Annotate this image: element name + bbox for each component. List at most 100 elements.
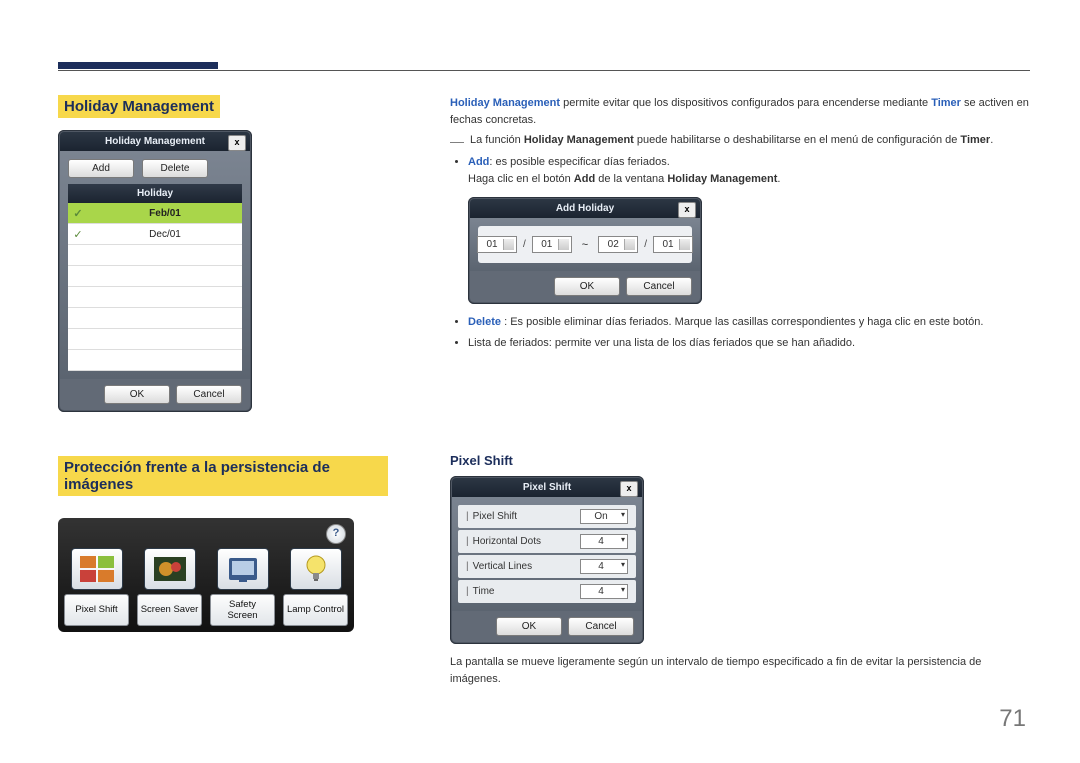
close-icon[interactable]: x [228,135,246,151]
checkbox-icon[interactable]: ✓ [68,228,88,241]
add-sub-mid: de la ventana [595,173,667,185]
label-text: Time [473,586,495,597]
add-holiday-dialog: Add Holiday x 01 / 01 ~ 02 / 01 OK Cance… [468,197,702,304]
slash: / [644,239,647,250]
time-dropdown[interactable]: 4 [580,584,628,599]
setting-label: |Time [466,586,494,597]
dialog-title: Holiday Management x [60,132,250,151]
tile-label: Pixel Shift [64,594,129,626]
delete-button[interactable]: Delete [142,159,208,178]
label-text: Vertical Lines [473,561,532,572]
table-header: Holiday [68,184,242,203]
table-row [68,287,242,308]
bullet-delete: Delete : Es posible eliminar días feriad… [468,314,1030,331]
page-number: 71 [999,705,1026,733]
intro-text: permite evitar que los dispositivos conf… [560,97,931,109]
from-month-spinner[interactable]: 01 [477,236,517,253]
add-button[interactable]: Add [68,159,134,178]
bullet-list: Lista de feriados: permite ver una lista… [468,335,1030,352]
note-end: . [990,134,993,146]
delete-desc: : Es posible eliminar días feriados. Mar… [501,316,983,328]
protection-toolbar: ? Pixel Shift Screen Saver [58,518,354,632]
note-timer-term: Timer [960,134,990,146]
table-row [68,245,242,266]
horizontal-dropdown[interactable]: 4 [580,534,628,549]
term-delete: Delete [468,316,501,328]
dialog-title-text: Pixel Shift [523,482,571,493]
to-day-spinner[interactable]: 01 [653,236,693,253]
slash: / [523,239,526,250]
note-mid: puede habilitarse o deshabilitarse en el… [634,134,961,146]
bullet-add: Add: es posible especificar días feriado… [468,154,1030,187]
setting-label: |Vertical Lines [466,561,532,572]
holiday-date: Feb/01 [88,208,242,219]
dialog-title-text: Add Holiday [556,203,614,214]
note-line: ― La función Holiday Management puede ha… [450,134,1030,148]
term-add: Add [468,156,489,168]
dialog-title: Add Holiday x [470,199,700,218]
heading-holiday-management: Holiday Management [58,95,220,118]
lamp-control-icon [290,548,342,590]
add-desc: : es posible especificar días feriados. [489,156,669,168]
heading-pixel-shift: Pixel Shift [450,453,1030,468]
horizontal-rule [58,70,1030,71]
table-row [68,308,242,329]
ok-button[interactable]: OK [104,385,170,404]
from-day-spinner[interactable]: 01 [532,236,572,253]
safety-screen-icon [217,548,269,590]
vertical-dropdown[interactable]: 4 [580,559,628,574]
ok-button[interactable]: OK [554,277,620,296]
setting-label: |Pixel Shift [466,511,517,522]
add-sub-btn: Add [574,173,595,185]
ok-button[interactable]: OK [496,617,562,636]
add-sub-end: . [777,173,780,185]
pixel-shift-icon [71,548,123,590]
screen-saver-tile[interactable]: Screen Saver [137,548,202,626]
pixel-shift-dropdown[interactable]: On [580,509,628,524]
note-dash-icon: ― [450,134,464,148]
cancel-button[interactable]: Cancel [568,617,634,636]
setting-row-pixel-shift: |Pixel Shift On [458,505,636,528]
setting-row-time: |Time 4 [458,580,636,603]
term-timer: Timer [931,97,961,109]
note-pre: La función [470,134,524,146]
to-month-spinner[interactable]: 02 [598,236,638,253]
heading-protection: Protección frente a la persistencia de i… [58,456,388,496]
note-text: La función Holiday Management puede habi… [470,134,993,146]
table-row[interactable]: ✓ Dec/01 [68,224,242,245]
pixel-shift-tile[interactable]: Pixel Shift [64,548,129,626]
table-row [68,329,242,350]
close-icon[interactable]: x [678,202,696,218]
setting-row-horizontal: |Horizontal Dots 4 [458,530,636,553]
label-text: Horizontal Dots [473,536,541,547]
checkbox-icon[interactable]: ✓ [68,207,88,220]
pixel-shift-dialog: Pixel Shift x |Pixel Shift On |Horizonta… [450,476,644,644]
tile-label: Lamp Control [283,594,348,626]
close-icon[interactable]: x [620,481,638,497]
pixel-desc: La pantalla se mueve ligeramente según u… [450,654,1030,687]
intro-paragraph: Holiday Management permite evitar que lo… [450,95,1030,128]
help-icon[interactable]: ? [326,524,346,544]
lamp-control-tile[interactable]: Lamp Control [283,548,348,626]
term-holiday-management: Holiday Management [450,97,560,109]
holiday-table: Holiday ✓ Feb/01 ✓ Dec/01 [68,184,242,371]
table-row [68,350,242,371]
cancel-button[interactable]: Cancel [176,385,242,404]
range-separator: ~ [578,239,592,251]
tile-label: Screen Saver [137,594,202,626]
cancel-button[interactable]: Cancel [626,277,692,296]
label-text: Pixel Shift [473,511,517,522]
safety-screen-tile[interactable]: Safety Screen [210,548,275,626]
holiday-date: Dec/01 [88,229,242,240]
add-sub-pre: Haga clic en el botón [468,173,574,185]
header-accent-bar [58,62,218,69]
tile-label: Safety Screen [210,594,275,626]
holiday-management-dialog: Holiday Management x Add Delete Holiday … [58,130,252,412]
setting-label: |Horizontal Dots [466,536,541,547]
note-hm-term: Holiday Management [524,134,634,146]
screen-saver-icon [144,548,196,590]
table-row[interactable]: ✓ Feb/01 [68,203,242,224]
table-row [68,266,242,287]
dialog-title: Pixel Shift x [452,478,642,497]
dialog-title-text: Holiday Management [105,136,205,147]
